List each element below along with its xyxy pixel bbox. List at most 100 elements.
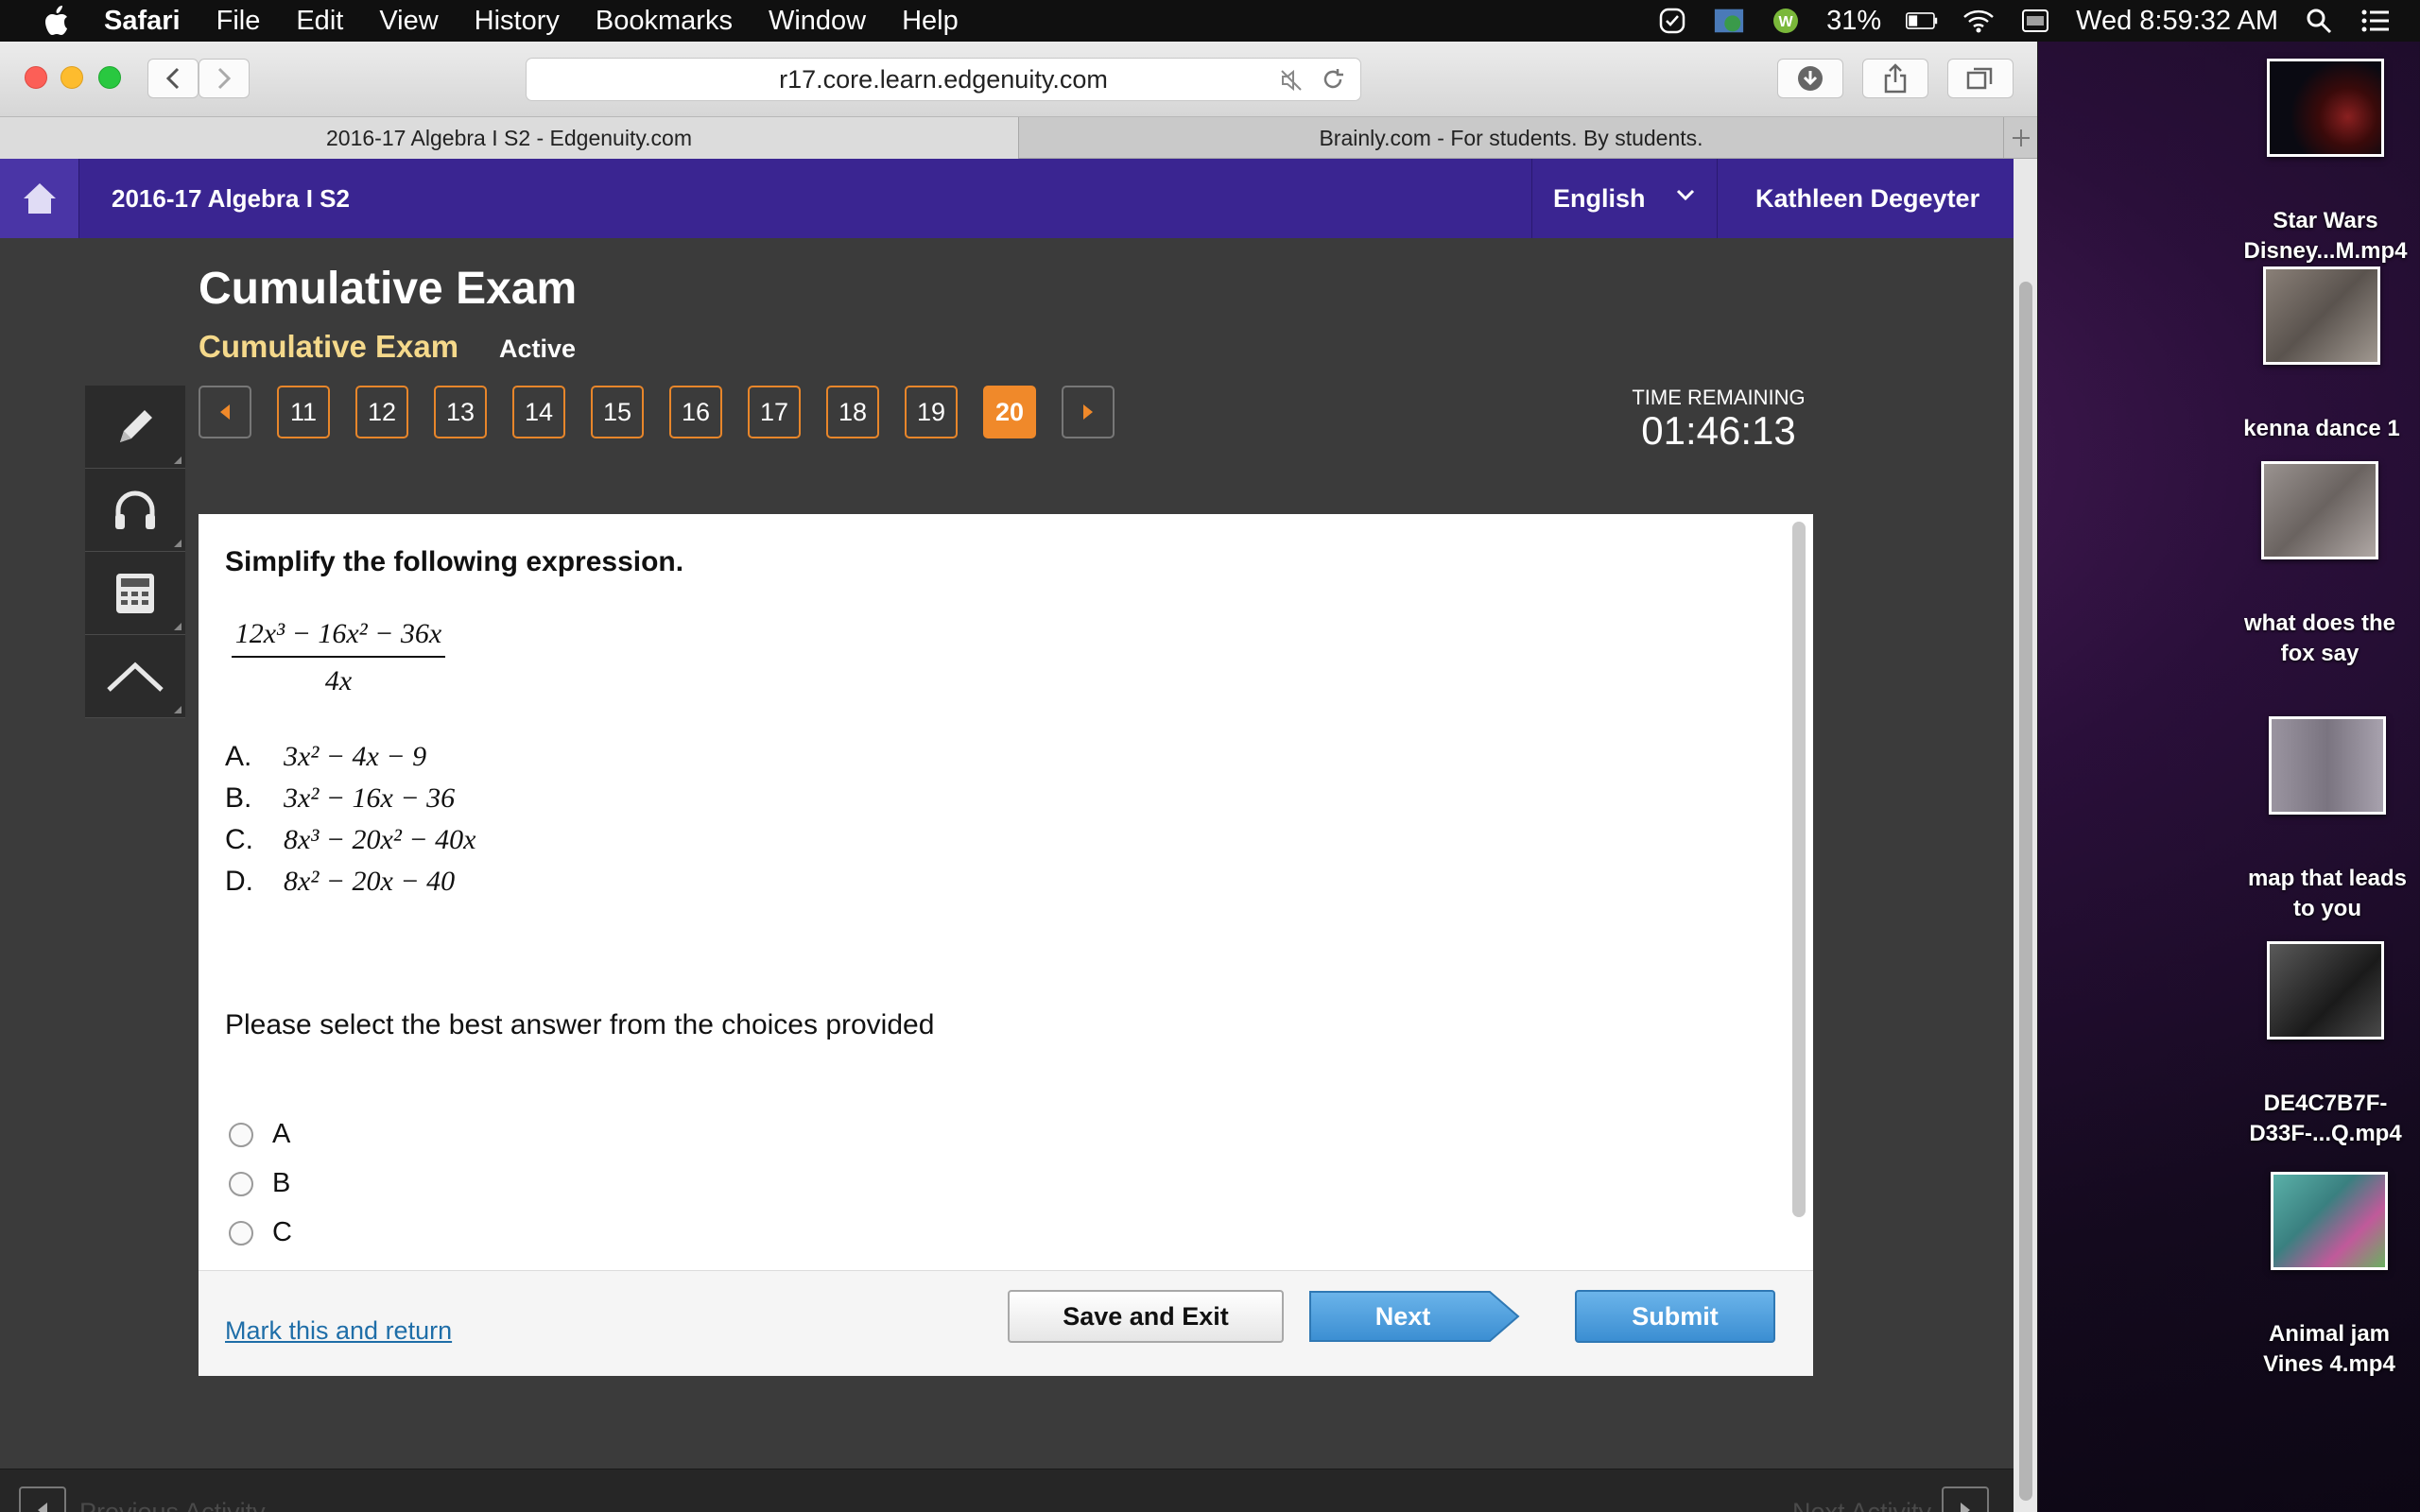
menu-file[interactable]: File (216, 6, 261, 37)
user-name: Kathleen Degeyter (1755, 183, 1980, 213)
audio-tool-button[interactable] (85, 469, 185, 552)
clock[interactable]: Wed 8:59:32 AM (2076, 6, 2278, 37)
previous-activity-button[interactable] (19, 1486, 66, 1512)
menu-help[interactable]: Help (902, 6, 959, 37)
next-activity-label[interactable]: Next Activity (1792, 1498, 1931, 1512)
desktop-file-star-wars[interactable]: Star Wars Disney...M.mp4 (2233, 59, 2418, 266)
forward-button[interactable] (199, 59, 250, 98)
web-page: 2016-17 Algebra I S2 English Kathleen De… (0, 159, 2014, 1512)
wifi-icon[interactable] (1962, 7, 1995, 35)
browser-toolbar: r17.core.learn.edgenuity.com (0, 42, 2037, 117)
input-source-icon[interactable] (2019, 7, 2051, 35)
video-thumbnail-icon (2269, 716, 2386, 815)
choice-d: D. 8x² − 20x − 40 (225, 866, 455, 898)
previous-activity-label[interactable]: Previous Activity (79, 1498, 266, 1512)
menu-edit[interactable]: Edit (296, 6, 343, 37)
question-19-button[interactable]: 19 (905, 386, 958, 438)
calculator-tool-button[interactable] (85, 552, 185, 635)
triangle-right-icon (1083, 404, 1093, 420)
menu-history[interactable]: History (475, 6, 560, 37)
choice-letter: A. (225, 741, 252, 772)
save-and-exit-button[interactable]: Save and Exit (1008, 1290, 1284, 1343)
pencil-icon (120, 409, 152, 442)
choice-b: B. 3x² − 16x − 36 (225, 782, 455, 815)
question-16-button[interactable]: 16 (669, 386, 722, 438)
w-app-icon[interactable]: W (1770, 7, 1802, 35)
apple-icon[interactable] (38, 4, 74, 38)
spotlight-search-icon[interactable] (2303, 7, 2335, 35)
page-title: Cumulative Exam (199, 264, 578, 314)
desktop-file-fox-say[interactable]: what does the fox say (2227, 461, 2412, 669)
answer-instruction: Please select the best answer from the c… (225, 1009, 935, 1040)
answer-option-c[interactable]: C (229, 1217, 292, 1248)
language-select[interactable]: English (1531, 159, 1717, 238)
question-17-button[interactable]: 17 (748, 386, 801, 438)
question-11-button[interactable]: 11 (277, 386, 330, 438)
submit-button[interactable]: Submit (1575, 1290, 1775, 1343)
previous-questions-button[interactable] (199, 386, 251, 438)
language-value: English (1553, 183, 1646, 213)
video-thumbnail-icon (2263, 266, 2380, 365)
collapse-tools-button[interactable] (85, 635, 185, 718)
page-scrollbar[interactable] (2014, 159, 2037, 1512)
checkmark-icon[interactable] (1656, 7, 1688, 35)
choice-letter: D. (225, 866, 253, 897)
tab-edgenuity[interactable]: 2016-17 Algebra I S2 - Edgenuity.com (0, 117, 1019, 159)
user-menu[interactable]: Kathleen Degeyter (1717, 159, 2014, 238)
battery-icon[interactable] (1906, 7, 1938, 35)
window-minimize-button[interactable] (60, 66, 83, 89)
next-button[interactable]: Next (1308, 1290, 1522, 1343)
scrollbar-thumb[interactable] (2019, 282, 2032, 1501)
next-questions-button[interactable] (1062, 386, 1115, 438)
question-15-button[interactable]: 15 (591, 386, 644, 438)
desktop-file-label: Animal jam Vines 4.mp4 (2263, 1321, 2395, 1377)
desktop-file-label: what does the fox say (2243, 610, 2396, 666)
menu-bookmarks[interactable]: Bookmarks (596, 6, 733, 37)
menu-view[interactable]: View (379, 6, 438, 37)
desktop-file-map-that-leads[interactable]: map that leads to you (2235, 716, 2420, 924)
cloud-icon[interactable] (1713, 7, 1745, 35)
menu-window[interactable]: Window (769, 6, 866, 37)
desktop-file-label: kenna dance 1 (2243, 416, 2400, 441)
home-button[interactable] (0, 159, 79, 238)
question-14-button[interactable]: 14 (512, 386, 565, 438)
choice-c: C. 8x³ − 20x² − 40x (225, 824, 475, 856)
back-button[interactable] (147, 59, 199, 98)
answer-option-b[interactable]: B (229, 1168, 290, 1199)
menu-safari[interactable]: Safari (104, 6, 181, 37)
address-bar[interactable]: r17.core.learn.edgenuity.com (526, 58, 1361, 101)
question-13-button[interactable]: 13 (434, 386, 487, 438)
tabs-overview-icon (1966, 67, 1993, 90)
radio-button[interactable] (229, 1171, 253, 1196)
mark-and-return-link[interactable]: Mark this and return (225, 1316, 452, 1346)
desktop-file-kenna-dance[interactable]: kenna dance 1 (2229, 266, 2414, 444)
show-tabs-button[interactable] (1947, 59, 2014, 98)
window-zoom-button[interactable] (98, 66, 121, 89)
desktop-file-de4c7b7f[interactable]: DE4C7B7F-D33F-...Q.mp4 (2233, 941, 2418, 1149)
activity-navigation-bar: Previous Activity Next Activity (0, 1469, 2014, 1512)
pencil-tool-button[interactable] (85, 386, 185, 469)
video-thumbnail-icon (2267, 59, 2384, 157)
question-18-button[interactable]: 18 (826, 386, 879, 438)
choice-expression: 8x² − 20x − 40 (284, 866, 456, 897)
question-scrollbar[interactable] (1792, 522, 1806, 1217)
share-button[interactable] (1862, 59, 1928, 98)
tab-brainly[interactable]: Brainly.com - For students. By students. (1019, 117, 2004, 159)
reload-icon[interactable] (1321, 67, 1345, 98)
desktop-file-label: DE4C7B7F-D33F-...Q.mp4 (2249, 1091, 2402, 1146)
notification-center-icon[interactable] (2360, 7, 2392, 35)
answer-option-a[interactable]: A (229, 1119, 290, 1150)
window-close-button[interactable] (25, 66, 47, 89)
video-thumbnail-icon (2271, 1172, 2388, 1270)
mute-icon[interactable] (1279, 68, 1304, 99)
downloads-button[interactable] (1777, 59, 1843, 98)
radio-button[interactable] (229, 1220, 253, 1246)
question-12-button[interactable]: 12 (355, 386, 408, 438)
next-activity-button[interactable] (1942, 1486, 1989, 1512)
option-label: A (272, 1119, 291, 1149)
url-text: r17.core.learn.edgenuity.com (779, 64, 1108, 94)
radio-button[interactable] (229, 1122, 253, 1147)
new-tab-button[interactable] (2004, 117, 2037, 159)
question-20-button[interactable]: 20 (983, 386, 1036, 438)
desktop-file-animal-jam[interactable]: Animal jam Vines 4.mp4 (2237, 1172, 2420, 1380)
